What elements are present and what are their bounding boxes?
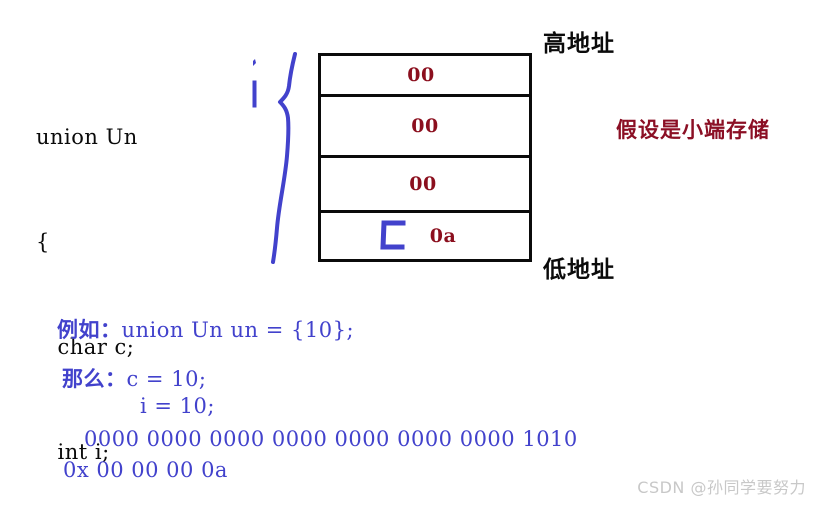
diagram-canvas: union Un { char c; int i; } 00 00 00 <box>0 0 822 506</box>
code-line-2: { <box>36 230 50 254</box>
example-line: 例如：union Un un = {10}; <box>57 314 354 344</box>
hand-drawn-brace-icon <box>262 52 310 266</box>
memory-cell-row: 00 <box>321 158 529 213</box>
memory-cell-row: 00 <box>321 97 529 158</box>
low-address-label: 低地址 <box>543 257 615 283</box>
result-line-prefix: 那么： <box>62 367 127 391</box>
high-address-label: 高地址 <box>543 31 615 57</box>
c-byte-bracket-icon <box>377 219 407 251</box>
code-line-1: union Un <box>36 125 138 149</box>
hex-representation: 0x 00 00 00 0a <box>63 458 228 482</box>
memory-layout-box: 00 00 00 0a <box>318 53 532 262</box>
memory-cell-value: 0a <box>429 225 457 247</box>
memory-cell-row: 00 <box>321 56 529 97</box>
memory-cell-value: 00 <box>411 115 439 137</box>
example-line-code: union Un un = {10}; <box>121 318 355 342</box>
result-line-code: c = 10; <box>126 367 207 391</box>
memory-cell-row: 0a <box>321 213 529 259</box>
example-line-prefix: 例如： <box>57 318 122 342</box>
csdn-watermark: CSDN @孙同学要努力 <box>637 478 806 497</box>
binary-representation: 0000 0000 0000 0000 0000 0000 0000 1010 <box>84 427 578 451</box>
endianness-note: 假设是小端存储 <box>616 118 770 142</box>
result-line-int: i = 10; <box>140 394 215 418</box>
result-line: 那么：c = 10; <box>62 363 207 393</box>
memory-cell-value: 00 <box>409 173 437 195</box>
memory-cell-value: 00 <box>407 64 435 86</box>
